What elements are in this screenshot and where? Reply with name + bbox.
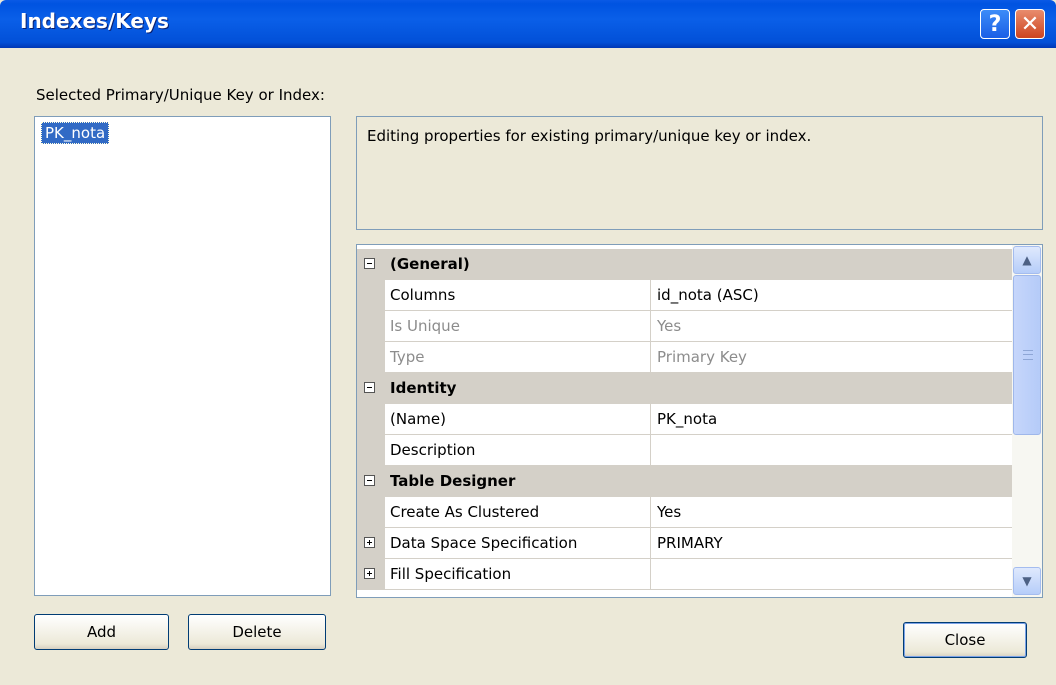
add-button[interactable]: Add: [34, 614, 169, 650]
grid-property-row[interactable]: Columns id_nota (ASC): [357, 280, 1012, 311]
expand-icon[interactable]: [364, 568, 375, 579]
row-gutter: [357, 342, 385, 373]
expand-icon[interactable]: [364, 537, 375, 548]
selected-key-label: Selected Primary/Unique Key or Index:: [36, 86, 325, 104]
grid-property-row[interactable]: Fill Specification: [357, 559, 1012, 590]
property-grid[interactable]: (General) Columns id_nota (ASC) Is Unique Ye…: [356, 244, 1043, 598]
delete-button[interactable]: Delete: [188, 614, 326, 650]
column-separator: [650, 497, 651, 528]
scroll-up-button[interactable]: ▲: [1013, 246, 1041, 274]
column-separator: [650, 528, 651, 559]
property-name: Description: [390, 441, 476, 459]
scroll-thumb[interactable]: [1013, 275, 1041, 435]
grid-property-row[interactable]: Data Space Specification PRIMARY: [357, 528, 1012, 559]
property-name: (Name): [390, 410, 446, 428]
grid-scrollbar[interactable]: ▲ ▼: [1012, 245, 1042, 597]
grid-category-row[interactable]: Table Designer: [357, 466, 1012, 497]
keys-listbox[interactable]: PK_nota: [34, 116, 331, 596]
column-separator: [650, 342, 651, 373]
property-name: Columns: [390, 286, 456, 304]
close-button-label: Close: [944, 631, 986, 649]
property-value[interactable]: Yes: [657, 503, 681, 521]
title-bar[interactable]: Indexes/Keys ? ✕: [0, 0, 1056, 48]
grid-property-row[interactable]: Create As Clustered Yes: [357, 497, 1012, 528]
property-name: Type: [390, 348, 425, 366]
property-value[interactable]: id_nota (ASC): [657, 286, 759, 304]
property-name: Data Space Specification: [390, 534, 578, 552]
collapse-icon[interactable]: [364, 258, 375, 269]
property-value[interactable]: Primary Key: [657, 348, 747, 366]
category-label: Table Designer: [390, 472, 516, 490]
column-separator: [650, 404, 651, 435]
scroll-down-button[interactable]: ▼: [1013, 567, 1041, 595]
row-gutter: [357, 497, 385, 528]
row-gutter: [357, 435, 385, 466]
grid-category-row[interactable]: (General): [357, 249, 1012, 280]
description-panel: Editing properties for existing primary/…: [356, 116, 1043, 230]
column-separator: [650, 311, 651, 342]
column-separator: [650, 435, 651, 466]
property-value[interactable]: Yes: [657, 317, 681, 335]
row-gutter: [357, 404, 385, 435]
close-button[interactable]: Close: [903, 622, 1027, 658]
collapse-icon[interactable]: [364, 382, 375, 393]
description-text: Editing properties for existing primary/…: [367, 127, 812, 145]
window-close-button[interactable]: ✕: [1015, 9, 1045, 39]
property-name: Is Unique: [390, 317, 460, 335]
help-icon: ?: [988, 11, 1002, 37]
chevron-down-icon: ▼: [1022, 574, 1032, 588]
row-divider: [385, 589, 1012, 590]
help-button[interactable]: ?: [980, 9, 1010, 39]
property-name: Create As Clustered: [390, 503, 540, 521]
grid-property-row[interactable]: Is Unique Yes: [357, 311, 1012, 342]
window-title: Indexes/Keys: [20, 9, 169, 33]
grid-property-row[interactable]: Type Primary Key: [357, 342, 1012, 373]
grid-category-row[interactable]: Identity: [357, 373, 1012, 404]
row-gutter: [357, 311, 385, 342]
category-label: (General): [390, 255, 470, 273]
list-item[interactable]: PK_nota: [41, 122, 110, 144]
grid-property-row[interactable]: Description: [357, 435, 1012, 466]
grip-icon: [1023, 350, 1033, 360]
property-value[interactable]: PK_nota: [657, 410, 717, 428]
chevron-up-icon: ▲: [1022, 253, 1032, 267]
delete-button-label: Delete: [232, 623, 282, 641]
grid-property-row[interactable]: (Name) PK_nota: [357, 404, 1012, 435]
column-separator: [650, 280, 651, 311]
column-separator: [650, 559, 651, 590]
add-button-label: Add: [86, 623, 117, 641]
property-value[interactable]: PRIMARY: [657, 534, 723, 552]
property-name: Fill Specification: [390, 565, 512, 583]
category-label: Identity: [390, 379, 457, 397]
collapse-icon[interactable]: [364, 475, 375, 486]
close-icon: ✕: [1020, 11, 1040, 37]
row-gutter: [357, 280, 385, 311]
